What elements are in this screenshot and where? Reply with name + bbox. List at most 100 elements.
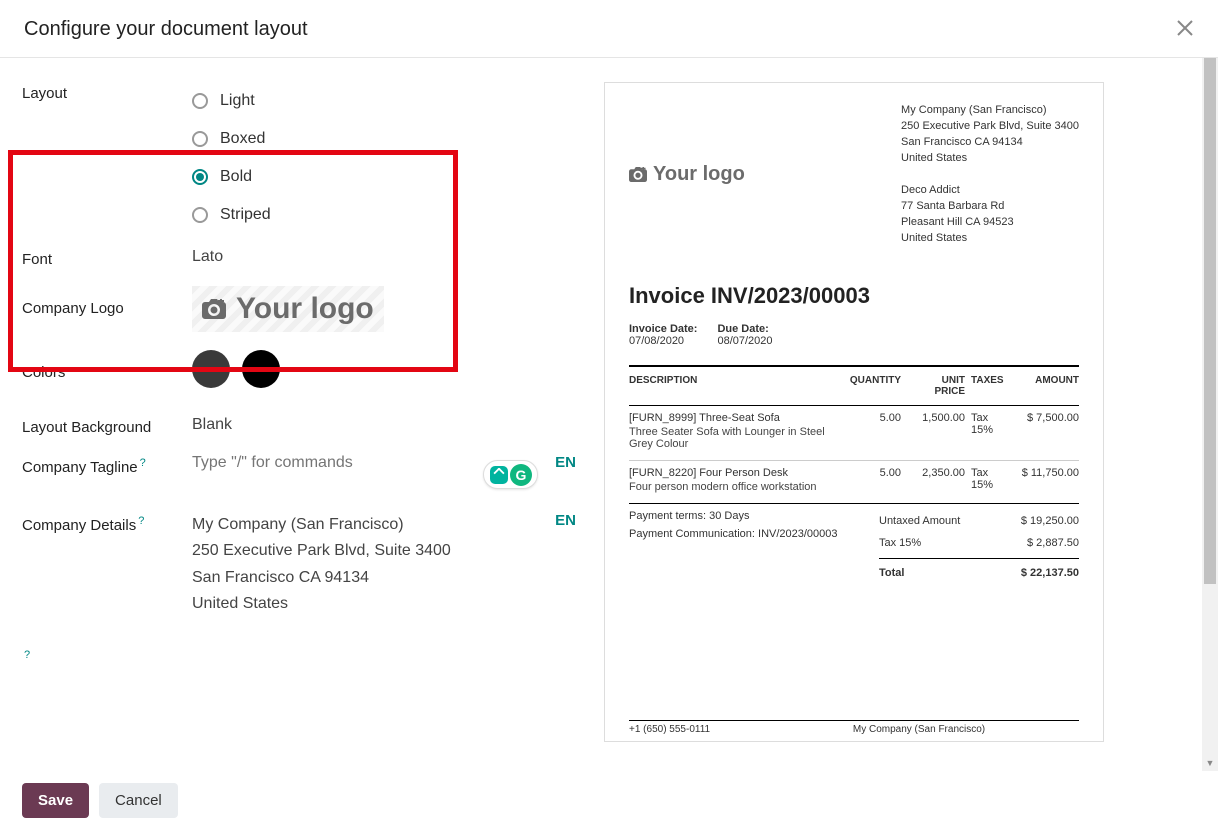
layout-label: Layout — [22, 82, 192, 102]
line-code: [FURN_8220] Four Person Desk — [629, 467, 839, 479]
cancel-button[interactable]: Cancel — [99, 783, 178, 818]
addr-line: San Francisco CA 94134 — [901, 135, 1079, 151]
footer-label: ? — [22, 646, 192, 668]
addr-line: 250 Executive Park Blvd, Suite 3400 — [901, 119, 1079, 135]
tax-label: Tax 15% — [879, 537, 921, 549]
untaxed-label: Untaxed Amount — [879, 515, 960, 527]
layout-option-label: Bold — [220, 168, 252, 186]
line-sub: Four person modern office workstation — [629, 481, 839, 493]
company-tagline-input[interactable] — [192, 454, 432, 472]
layout-bg-label: Layout Background — [22, 416, 192, 436]
dialog-body: Layout Light Boxed Bold — [0, 58, 1218, 771]
layout-option-striped[interactable]: Striped — [192, 196, 580, 234]
footer-phone: +1 (650) 555-0111 — [629, 724, 759, 735]
addr-line: United States — [901, 231, 1079, 247]
scrollbar-thumb[interactable] — [1204, 58, 1216, 584]
totals: Untaxed Amount $ 19,250.00 Tax 15% $ 2,8… — [879, 510, 1079, 584]
logo-upload[interactable]: Your logo — [192, 286, 384, 332]
line-qty: 5.00 — [839, 412, 901, 450]
line-price: 1,500.00 — [901, 412, 965, 450]
layout-option-label: Light — [220, 92, 255, 110]
company-details-line: San Francisco CA 94134 — [192, 565, 580, 591]
preview-footer: +1 (650) 555-0111 My Company (San Franci… — [629, 720, 1079, 735]
layout-option-light[interactable]: Light — [192, 82, 580, 120]
line-price: 2,350.00 — [901, 467, 965, 493]
line-tax: Tax 15% — [965, 467, 1005, 493]
addr-line: My Company (San Francisco) — [901, 103, 1079, 119]
layout-option-label: Striped — [220, 206, 271, 224]
due-date: 08/07/2020 — [717, 335, 772, 347]
line-amount: $ 7,500.00 — [1005, 412, 1079, 450]
col-description: DESCRIPTION — [629, 375, 839, 397]
lang-badge[interactable]: EN — [555, 454, 576, 471]
camera-icon — [202, 299, 226, 319]
invoice-dates: Invoice Date: 07/08/2020 Due Date: 08/07… — [629, 323, 1079, 347]
radio-icon — [192, 93, 208, 109]
payment-comm-label: Payment Communication: — [629, 528, 755, 540]
colors-label: Colors — [22, 361, 192, 381]
line-amount: $ 11,750.00 — [1005, 467, 1079, 493]
company-tagline-label-text: Company Tagline — [22, 459, 138, 476]
lang-badge[interactable]: EN — [555, 512, 576, 529]
scrollbar-arrow-down-icon[interactable]: ▼ — [1202, 755, 1218, 771]
company-tagline-label: Company Tagline? — [22, 454, 192, 476]
grammarly-icon: G — [510, 464, 532, 486]
addr-line: Deco Addict — [901, 183, 1079, 199]
radio-icon — [192, 169, 208, 185]
col-taxes: TAXES — [965, 375, 1005, 397]
layout-option-boxed[interactable]: Boxed — [192, 120, 580, 158]
close-icon[interactable] — [1176, 19, 1194, 41]
addr-line: United States — [901, 151, 1079, 167]
radio-icon — [192, 131, 208, 147]
scrollbar[interactable]: ▼ — [1202, 58, 1218, 771]
radio-icon — [192, 207, 208, 223]
font-select[interactable]: Lato — [192, 248, 580, 266]
addr-line: 77 Santa Barbara Rd — [901, 199, 1079, 215]
help-icon[interactable]: ? — [24, 649, 30, 661]
invoice-date-label: Invoice Date: — [629, 323, 697, 335]
help-icon[interactable]: ? — [140, 457, 146, 469]
layout-option-bold[interactable]: Bold — [192, 158, 580, 196]
col-quantity: QUANTITY — [839, 375, 901, 397]
save-button[interactable]: Save — [22, 783, 89, 818]
line-qty: 5.00 — [839, 467, 901, 493]
col-unit-price-l2: PRICE — [901, 386, 965, 397]
dialog-header: Configure your document layout — [0, 0, 1218, 58]
company-details-input[interactable]: My Company (San Francisco) 250 Executive… — [192, 512, 580, 618]
invoice-line: [FURN_8999] Three-Seat Sofa Three Seater… — [629, 406, 1079, 461]
camera-icon — [629, 167, 647, 182]
dialog-title: Configure your document layout — [24, 18, 308, 41]
logo-placeholder-text: Your logo — [236, 292, 374, 326]
color-primary-swatch[interactable] — [192, 350, 230, 388]
color-secondary-swatch[interactable] — [242, 350, 280, 388]
invoice-date: 07/08/2020 — [629, 335, 697, 347]
customer-address: Deco Addict 77 Santa Barbara Rd Pleasant… — [901, 183, 1079, 247]
invoice-table: DESCRIPTION QUANTITY UNIT PRICE TAXES AM… — [629, 365, 1079, 503]
invoice-title: Invoice INV/2023/00003 — [629, 283, 1079, 309]
dialog-footer: Save Cancel — [0, 771, 1218, 836]
untaxed-value: $ 19,250.00 — [1021, 515, 1079, 527]
grammarly-tone-icon — [490, 466, 508, 484]
layout-bg-select[interactable]: Blank — [192, 416, 580, 434]
company-details-label-text: Company Details — [22, 517, 136, 534]
company-address: My Company (San Francisco) 250 Executive… — [901, 103, 1079, 167]
layout-option-label: Boxed — [220, 130, 265, 148]
font-label: Font — [22, 248, 192, 268]
dialog: Configure your document layout Layout Li… — [0, 0, 1218, 836]
col-unit-price: UNIT PRICE — [901, 375, 965, 397]
line-tax: Tax 15% — [965, 412, 1005, 450]
company-logo-label: Company Logo — [22, 286, 192, 317]
payment-terms: 30 Days — [709, 510, 749, 522]
payment-terms-label: Payment terms: — [629, 510, 706, 522]
footer-company: My Company (San Francisco) — [759, 724, 1079, 735]
col-unit-price-l1: UNIT — [901, 375, 965, 386]
total-value: $ 22,137.50 — [1021, 567, 1079, 579]
due-date-label: Due Date: — [717, 323, 772, 335]
total-label: Total — [879, 567, 904, 579]
grammarly-widget[interactable]: G — [483, 460, 538, 489]
help-icon[interactable]: ? — [138, 515, 144, 527]
company-details-line: United States — [192, 591, 580, 617]
company-details-line: 250 Executive Park Blvd, Suite 3400 — [192, 538, 580, 564]
preview-logo: Your logo — [629, 103, 745, 247]
company-details-label: Company Details? — [22, 512, 192, 534]
